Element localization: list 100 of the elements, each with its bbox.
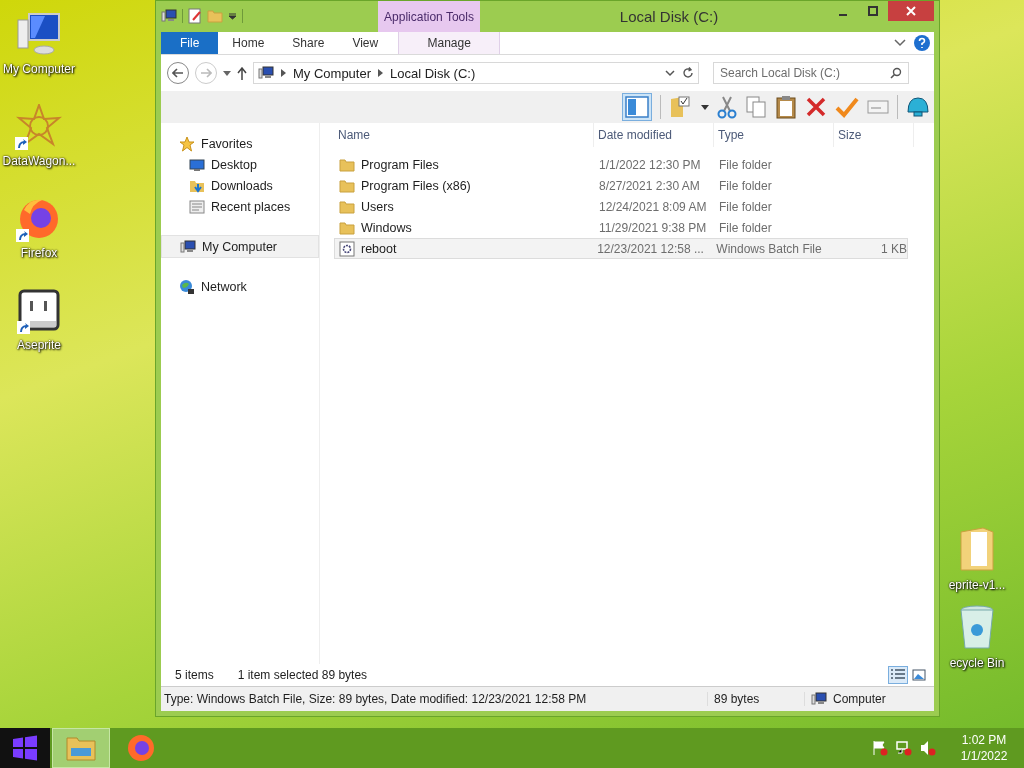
folder-icon — [339, 157, 355, 172]
ribbon-tab[interactable]: Share — [278, 32, 339, 54]
expand-ribbon-icon[interactable] — [894, 39, 906, 47]
folder-icon — [339, 178, 355, 193]
start-button[interactable] — [0, 728, 50, 768]
size-cell-text: 1 KB — [880, 241, 907, 256]
item-count: 5 items — [175, 668, 214, 682]
picture-icon — [912, 669, 926, 681]
file-name: Program Files (x86) — [361, 178, 471, 193]
help-icon[interactable] — [914, 35, 930, 51]
folder-check-icon[interactable] — [669, 95, 693, 119]
ribbon-tab[interactable]: Manage — [398, 32, 501, 54]
type-cell-text: Windows Batch File — [715, 241, 823, 256]
nav-item[interactable]: Favorites — [161, 133, 319, 154]
file-row[interactable]: Windows 11/29/2021 9:38 PM File folder — [334, 217, 908, 238]
file-name: Users — [361, 199, 394, 214]
computer-icon — [811, 692, 827, 706]
details-size: 89 bytes — [707, 692, 804, 706]
type-cell-text: File folder — [718, 157, 773, 172]
folder-icon — [339, 220, 355, 235]
recycle-bin-icon — [957, 604, 997, 652]
folder-icon — [65, 734, 97, 762]
computer-icon — [15, 12, 63, 56]
computer-icon — [161, 9, 177, 23]
search-icon — [890, 67, 902, 79]
breadcrumb[interactable]: Local Disk (C:) — [390, 65, 476, 81]
firefox-icon — [126, 733, 156, 763]
muted-speaker-icon[interactable] — [920, 740, 936, 756]
clipboard-icon[interactable] — [775, 95, 797, 119]
scissors-icon[interactable] — [717, 95, 737, 119]
column-header[interactable]: Size — [834, 123, 914, 147]
file-row[interactable]: reboot 12/23/2021 12:58 ... Windows Batch File 1 KB — [334, 238, 908, 259]
date-cell-text: 11/29/2021 9:38 PM — [598, 220, 708, 235]
refresh-icon[interactable] — [682, 67, 694, 79]
column-header[interactable]: Date modified — [594, 123, 714, 147]
file-row[interactable]: Program Files (x86) 8/27/2021 2:30 AM File folder — [334, 175, 908, 196]
properties-icon[interactable] — [188, 8, 202, 24]
close-button[interactable] — [888, 1, 934, 21]
address-bar[interactable]: My Computer Local Disk (C:) — [253, 62, 699, 84]
dropdown-caret-icon[interactable] — [701, 104, 709, 110]
ribbon-tab[interactable]: File — [161, 32, 219, 54]
gear-file-icon — [339, 240, 355, 257]
search-field[interactable]: Search Local Disk (C:) — [713, 62, 909, 84]
nav-item[interactable]: Downloads — [161, 175, 319, 196]
recent-places-icon — [189, 198, 205, 215]
file-row[interactable]: Program Files 1/1/2022 12:30 PM File folder — [334, 154, 908, 175]
desktop-icon — [189, 157, 205, 172]
details-view-button[interactable] — [888, 666, 908, 684]
column-header[interactable]: Type — [714, 123, 834, 147]
checkmark-icon[interactable] — [835, 96, 859, 118]
up-arrow-icon[interactable] — [237, 66, 247, 80]
flag-icon[interactable] — [872, 740, 888, 756]
nav-item[interactable]: My Computer — [161, 235, 319, 258]
large-icons-view-button[interactable] — [910, 667, 928, 683]
dropdown-caret-icon[interactable] — [228, 12, 237, 20]
date-cell-text: 12/23/2021 12:58 ... — [596, 241, 705, 256]
delete-x-icon[interactable] — [805, 96, 827, 118]
pane-layout-icon — [625, 96, 649, 118]
selection-info: 1 item selected 89 bytes — [237, 668, 368, 682]
close-icon — [906, 6, 916, 16]
breadcrumb[interactable]: My Computer — [293, 65, 372, 81]
file-row[interactable]: Users 12/24/2021 8:09 AM File folder — [334, 196, 908, 217]
details-text: Type: Windows Batch File, Size: 89 bytes, Date modified: 12/23/2021 12:58 PM — [164, 692, 588, 706]
folder-icon — [207, 9, 223, 23]
date-cell-text: 8/27/2021 2:30 AM — [598, 178, 701, 193]
rename-field-icon[interactable] — [867, 99, 889, 115]
file-name: reboot — [361, 241, 397, 256]
network-status-icon[interactable] — [896, 740, 912, 756]
column-header[interactable]: Name — [334, 123, 594, 147]
ribbon-tab[interactable]: View — [338, 32, 393, 54]
ribbon-tab[interactable]: Home — [218, 32, 279, 54]
minimize-icon — [838, 14, 848, 16]
back-button[interactable] — [167, 62, 189, 84]
dropdown-caret-icon[interactable] — [665, 69, 675, 77]
recent-locations-caret-icon[interactable] — [223, 70, 231, 76]
star-icon — [179, 135, 195, 152]
folder-icon — [957, 526, 997, 574]
maximize-icon — [868, 6, 878, 16]
nav-item[interactable]: Network — [161, 276, 319, 297]
type-cell-text: File folder — [718, 220, 773, 235]
network-icon — [179, 278, 195, 295]
computer-icon — [258, 66, 274, 80]
type-cell-text: File folder — [718, 199, 773, 214]
details-location: Computer — [833, 692, 886, 706]
date-cell-text: 12/24/2021 8:09 AM — [598, 199, 708, 214]
preview-pane-button[interactable] — [622, 93, 652, 121]
date-cell-text: 1/1/2022 12:30 PM — [598, 157, 702, 172]
computer-icon — [180, 239, 196, 254]
list-icon — [890, 668, 906, 682]
contextual-tab-group: Application Tools — [378, 1, 480, 32]
nav-item[interactable]: Desktop — [161, 154, 319, 175]
folder-icon — [339, 199, 355, 214]
window-title: Local Disk (C:) — [618, 7, 720, 27]
breadcrumb-arrow-icon[interactable] — [281, 69, 286, 77]
nav-item[interactable]: Recent places — [161, 196, 319, 217]
aseprite-icon — [17, 288, 61, 332]
breadcrumb-arrow-icon[interactable] — [378, 69, 384, 77]
star-emblem-icon — [15, 104, 63, 148]
type-cell-text: File folder — [718, 178, 773, 193]
file-name: Windows — [361, 220, 412, 235]
